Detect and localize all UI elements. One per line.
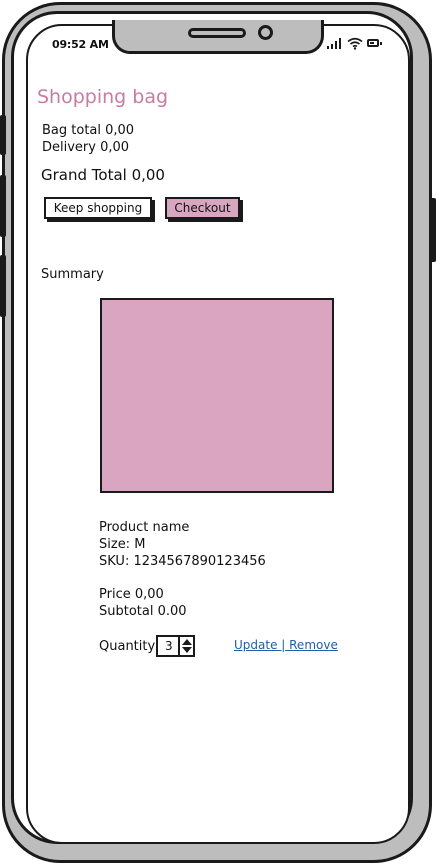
product-image <box>100 298 334 493</box>
bag-total: Bag total 0,00 <box>42 123 135 138</box>
page-title: Shopping bag <box>37 86 169 108</box>
product-subtotal: Subtotal 0.00 <box>99 604 187 619</box>
quantity-label: Quantity <box>99 639 156 654</box>
product-sku: SKU: 1234567890123456 <box>99 554 266 569</box>
product-name: Product name <box>99 520 190 535</box>
spinner-arrows-icon[interactable] <box>181 638 193 654</box>
quantity-value[interactable]: 3 <box>165 639 173 653</box>
quantity-stepper[interactable]: 3 <box>156 635 195 657</box>
signal-icon <box>327 38 343 49</box>
mute-switch <box>0 115 6 155</box>
stepper-divider <box>178 637 180 655</box>
summary-heading: Summary <box>41 267 104 282</box>
status-time: 09:52 AM <box>52 38 109 51</box>
keep-shopping-button[interactable]: Keep shopping <box>44 197 152 219</box>
product-price: Price 0,00 <box>99 587 164 602</box>
wifi-icon <box>347 37 363 50</box>
battery-tip <box>380 42 382 45</box>
power-button <box>430 198 436 262</box>
checkout-button[interactable]: Checkout <box>165 197 240 219</box>
status-icons <box>327 37 383 51</box>
update-remove-link[interactable]: Update | Remove <box>234 638 338 652</box>
grand-total: Grand Total 0,00 <box>41 166 165 184</box>
volume-up-button <box>0 175 6 237</box>
delivery-total: Delivery 0,00 <box>42 140 130 155</box>
camera-icon <box>258 25 273 40</box>
product-size: Size: M <box>99 537 146 552</box>
volume-down-button <box>0 255 6 317</box>
speaker <box>188 28 246 38</box>
battery-icon <box>367 39 379 47</box>
